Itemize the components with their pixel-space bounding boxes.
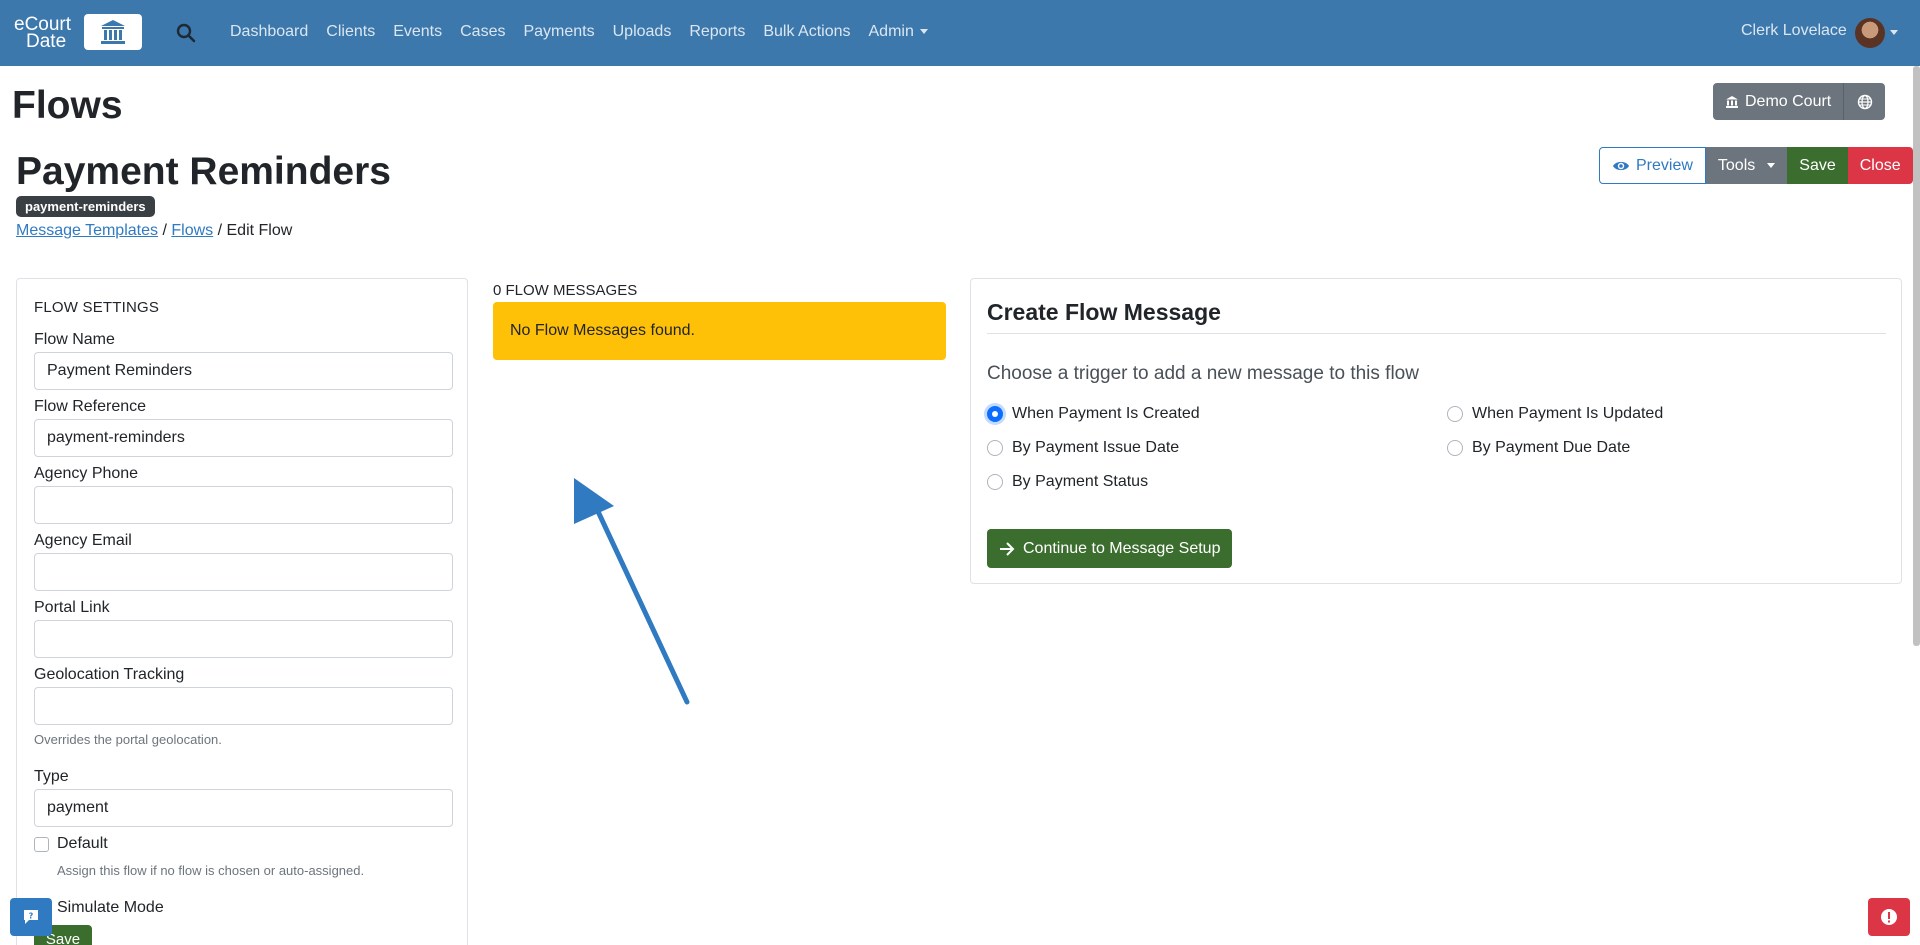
preview-label: Preview (1636, 157, 1693, 174)
trigger-label: When Payment Is Updated (1472, 405, 1664, 422)
divider (987, 333, 1886, 334)
courthouse-small-icon (1726, 95, 1738, 108)
top-navbar: eCourt Date Dashboard Clients Events Cas… (0, 0, 1920, 66)
geolocation-help: Overrides the portal geolocation. (34, 732, 222, 747)
radio-unchecked[interactable] (1447, 440, 1463, 456)
trigger-label: By Payment Issue Date (1012, 439, 1180, 456)
chat-button[interactable]: ? (10, 898, 52, 936)
flow-messages-heading: 0 FLOW MESSAGES (493, 282, 638, 299)
trigger-label: When Payment Is Created (1012, 405, 1200, 422)
nav-bulk-actions[interactable]: Bulk Actions (763, 23, 850, 41)
trigger-by-payment-issue-date[interactable]: By Payment Issue Date (987, 439, 1179, 457)
tools-dropdown-button[interactable]: Tools (1705, 147, 1788, 184)
user-name[interactable]: Clerk Lovelace (1741, 22, 1847, 40)
breadcrumb-current: Edit Flow (226, 222, 293, 239)
type-input[interactable]: payment (34, 789, 453, 827)
radio-checked[interactable] (987, 406, 1003, 422)
breadcrumb-flows[interactable]: Flows (171, 222, 213, 239)
breadcrumb-separator: / (217, 222, 223, 239)
brand-logo[interactable]: eCourt Date (14, 14, 142, 52)
chevron-down-icon (919, 29, 928, 35)
nav-uploads[interactable]: Uploads (613, 23, 672, 41)
close-button[interactable]: Close (1847, 147, 1913, 184)
court-label: Demo Court (1745, 93, 1832, 110)
breadcrumb-message-templates[interactable]: Message Templates (16, 222, 158, 239)
page-scrollbar[interactable] (1913, 66, 1920, 646)
geolocation-input[interactable] (34, 687, 453, 725)
nav-admin-dropdown[interactable]: Admin (869, 23, 928, 41)
pointer-arrow-icon (574, 478, 690, 705)
default-checkbox[interactable] (34, 837, 49, 852)
breadcrumb: Message Templates / Flows / Edit Flow (16, 222, 292, 240)
nav-dashboard[interactable]: Dashboard (230, 23, 308, 41)
avatar[interactable] (1855, 18, 1885, 48)
tools-label: Tools (1717, 157, 1756, 174)
brand-text: eCourt Date (14, 15, 71, 52)
geolocation-label: Geolocation Tracking (34, 666, 185, 683)
user-menu-chevron-icon[interactable] (1890, 30, 1898, 35)
page-title: Flows (12, 84, 123, 127)
trigger-when-payment-created[interactable]: When Payment Is Created (987, 405, 1200, 423)
nav-reports[interactable]: Reports (689, 23, 745, 41)
agency-email-input[interactable] (34, 553, 453, 591)
court-button[interactable]: Demo Court (1713, 83, 1844, 120)
radio-unchecked[interactable] (987, 440, 1003, 456)
radio-unchecked[interactable] (1447, 406, 1463, 422)
breadcrumb-separator: / (162, 222, 167, 239)
agency-phone-input[interactable] (34, 486, 453, 524)
nav-clients[interactable]: Clients (326, 23, 375, 41)
flow-name-label: Flow Name (34, 331, 115, 348)
flow-settings-card: FLOW SETTINGS Flow Name Payment Reminder… (16, 278, 468, 945)
simulate-mode-label: Simulate Mode (57, 899, 164, 916)
arrow-right-icon (1000, 541, 1015, 556)
default-help: Assign this flow if no flow is chosen or… (57, 863, 365, 878)
flow-reference-label: Flow Reference (34, 398, 147, 415)
nav-cases[interactable]: Cases (460, 23, 505, 41)
globe-button[interactable] (1843, 83, 1886, 120)
chevron-down-icon (1767, 163, 1776, 168)
search-icon[interactable] (175, 22, 197, 44)
nav-events[interactable]: Events (393, 23, 442, 41)
flow-settings-heading: FLOW SETTINGS (34, 299, 160, 316)
trigger-label: By Payment Status (1012, 473, 1149, 490)
flow-reference-input[interactable]: payment-reminders (34, 419, 453, 457)
create-flow-message-title: Create Flow Message (987, 299, 1221, 325)
agency-phone-label: Agency Phone (34, 465, 139, 482)
continue-label: Continue to Message Setup (1023, 539, 1221, 557)
main-nav: Dashboard Clients Events Cases Payments … (230, 23, 946, 41)
trigger-by-payment-status[interactable]: By Payment Status (987, 473, 1148, 491)
trigger-label: By Payment Due Date (1472, 439, 1631, 456)
court-selector: Demo Court (1713, 83, 1886, 120)
chat-icon: ? (24, 910, 38, 924)
exclamation-circle-icon (1881, 909, 1897, 925)
flow-reference-badge: payment-reminders (16, 196, 155, 217)
flow-name-input[interactable]: Payment Reminders (34, 352, 453, 390)
nav-payments[interactable]: Payments (523, 23, 594, 41)
portal-link-input[interactable] (34, 620, 453, 658)
save-button[interactable]: Save (1787, 147, 1848, 184)
create-flow-message-card: Create Flow Message Choose a trigger to … (970, 278, 1902, 584)
brand-line2: Date (26, 31, 67, 52)
default-label: Default (57, 835, 108, 852)
courthouse-icon (84, 14, 142, 50)
preview-button[interactable]: Preview (1599, 147, 1706, 184)
eye-icon (1613, 161, 1629, 170)
agency-email-label: Agency Email (34, 532, 132, 549)
flow-title: Payment Reminders (16, 150, 391, 193)
portal-link-label: Portal Link (34, 599, 110, 616)
error-alert-button[interactable] (1868, 898, 1910, 936)
trigger-when-payment-updated[interactable]: When Payment Is Updated (1447, 405, 1663, 423)
nav-admin-label: Admin (868, 23, 914, 40)
no-messages-alert: No Flow Messages found. (493, 302, 946, 360)
radio-unchecked[interactable] (987, 474, 1003, 490)
flow-actions: Preview Tools Save Close (1599, 147, 1913, 184)
type-label: Type (34, 768, 69, 785)
svg-text:?: ? (29, 912, 34, 921)
continue-to-message-setup-button[interactable]: Continue to Message Setup (987, 529, 1233, 568)
globe-icon (1857, 94, 1872, 109)
trigger-by-payment-due-date[interactable]: By Payment Due Date (1447, 439, 1630, 457)
create-flow-message-subtitle: Choose a trigger to add a new message to… (987, 363, 1419, 384)
